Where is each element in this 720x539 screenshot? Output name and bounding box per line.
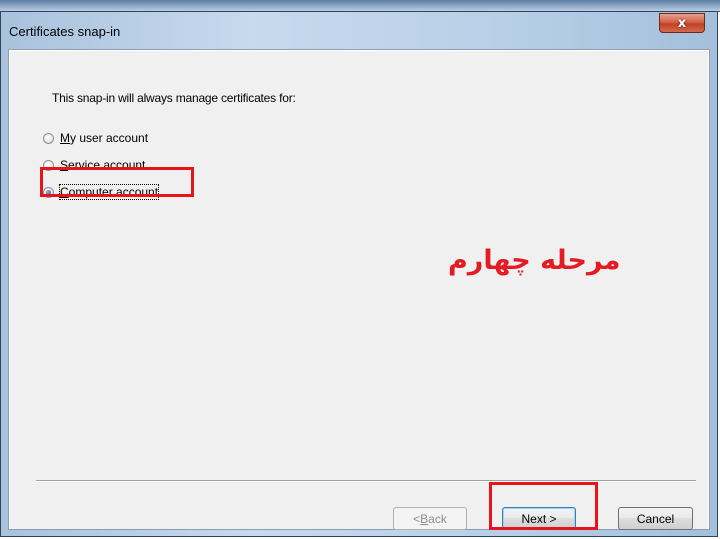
- title-bar[interactable]: Certificates snap-in x: [1, 12, 717, 48]
- radio-label[interactable]: My user account: [60, 131, 148, 145]
- certificates-snapin-dialog: Certificates snap-in x This snap-in will…: [0, 11, 718, 537]
- next-button[interactable]: Next >: [502, 507, 576, 530]
- radio-service-account[interactable]: Service account: [43, 156, 145, 174]
- cancel-button[interactable]: Cancel: [618, 507, 693, 530]
- step-annotation: مرحله چهارم: [448, 245, 621, 276]
- radio-my-user-account[interactable]: My user account: [43, 129, 148, 147]
- radio-circle-icon[interactable]: [43, 159, 54, 171]
- window-title: Certificates snap-in: [9, 24, 121, 39]
- radio-label[interactable]: Service account: [60, 158, 145, 172]
- radio-computer-account[interactable]: Computer account: [43, 183, 160, 201]
- dialog-client-area: This snap-in will always manage certific…: [8, 49, 710, 530]
- radio-selected-icon[interactable]: [43, 186, 54, 198]
- separator: [36, 480, 696, 482]
- intro-label: This snap-in will always manage certific…: [52, 91, 296, 105]
- close-icon: x: [677, 15, 687, 31]
- radio-label[interactable]: Computer account: [58, 184, 160, 200]
- close-button[interactable]: x: [659, 13, 705, 33]
- back-button[interactable]: < Back: [393, 507, 467, 530]
- radio-circle-icon[interactable]: [43, 132, 54, 144]
- wizard-page: This snap-in will always manage certific…: [10, 51, 708, 530]
